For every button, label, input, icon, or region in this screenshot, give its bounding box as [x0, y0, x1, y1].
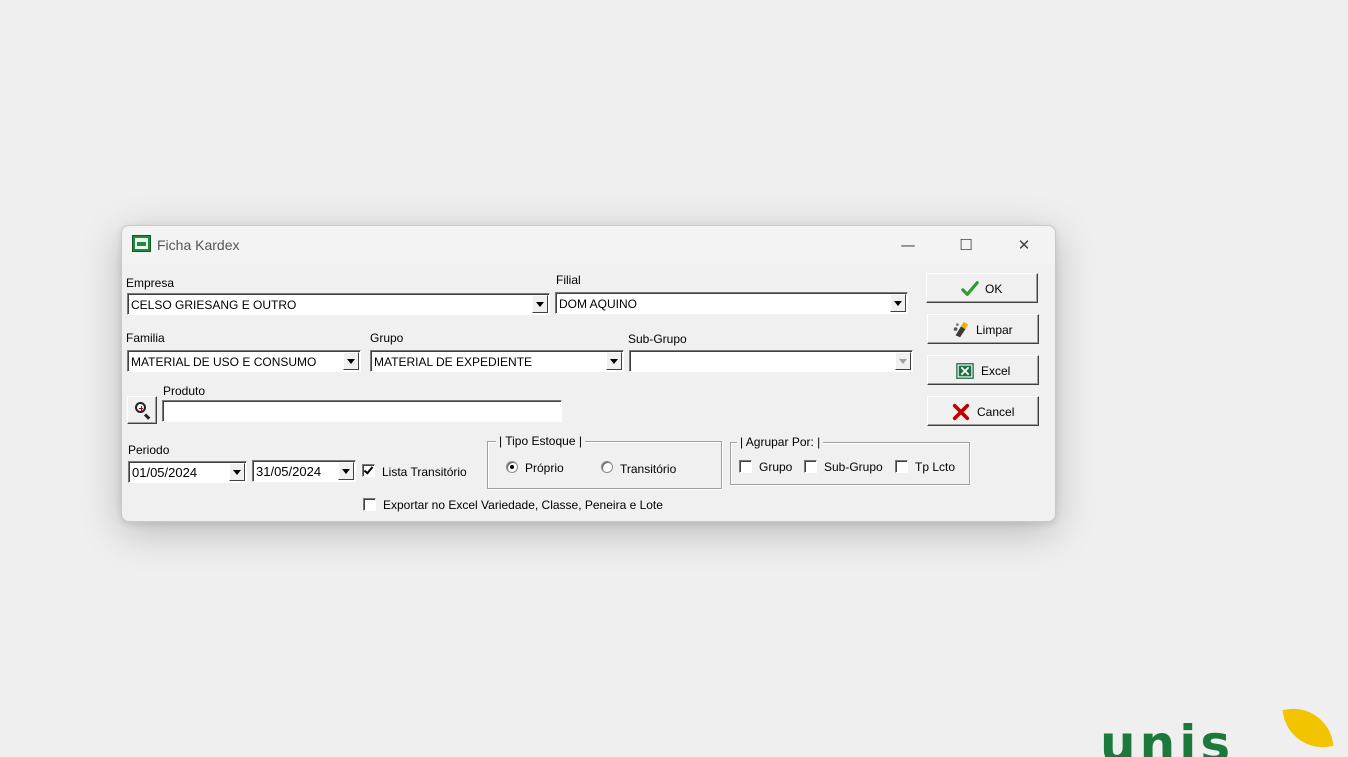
- kardex-app-icon: [132, 235, 151, 252]
- search-product-button[interactable]: [127, 396, 157, 424]
- periodo-end-value: 31/05/2024: [256, 464, 322, 479]
- checkmark-icon: [961, 281, 979, 296]
- close-button[interactable]: ✕: [995, 226, 1053, 264]
- exportar-excel-label[interactable]: Exportar no Excel Variedade, Classe, Pen…: [383, 498, 663, 512]
- window-title: Ficha Kardex: [157, 237, 240, 253]
- agrupar-tplcto-checkbox[interactable]: [895, 460, 908, 473]
- periodo-start-date[interactable]: 01/05/2024: [128, 461, 247, 483]
- chevron-down-icon[interactable]: [532, 295, 548, 313]
- tipo-estoque-title: | Tipo Estoque |: [496, 434, 585, 448]
- agrupar-subgrupo-label[interactable]: Sub-Grupo: [824, 460, 883, 474]
- limpar-button[interactable]: Limpar: [927, 314, 1039, 344]
- agrupar-subgrupo-checkbox[interactable]: [804, 460, 817, 473]
- periodo-label: Periodo: [128, 443, 170, 457]
- excel-icon: [956, 363, 974, 379]
- grupo-value: MATERIAL DE EXPEDIENTE: [374, 355, 533, 369]
- unisc-logo: unis: [1100, 706, 1348, 757]
- zoom-in-icon: [135, 402, 146, 413]
- grupo-combo[interactable]: MATERIAL DE EXPEDIENTE: [370, 350, 624, 372]
- agrupar-por-group: | Agrupar Por: | Grupo Sub-Grupo Tp Lcto: [730, 435, 970, 485]
- grupo-label: Grupo: [370, 331, 404, 345]
- chevron-down-icon[interactable]: [343, 352, 359, 370]
- ok-label: OK: [985, 282, 1003, 296]
- periodo-end-date[interactable]: 31/05/2024: [252, 460, 356, 482]
- agrupar-tplcto-label[interactable]: Tp Lcto: [915, 460, 955, 474]
- logo-text: unis: [1100, 715, 1235, 757]
- filial-combo[interactable]: DOM AQUINO: [555, 292, 908, 314]
- exportar-excel-checkbox[interactable]: [363, 498, 376, 511]
- chevron-down-icon[interactable]: [338, 462, 354, 480]
- periodo-start-value: 01/05/2024: [132, 465, 198, 480]
- agrupar-por-title: | Agrupar Por: |: [737, 435, 824, 449]
- chevron-down-icon[interactable]: [890, 294, 906, 312]
- ok-button[interactable]: OK: [926, 273, 1038, 303]
- agrupar-grupo-checkbox[interactable]: [739, 460, 752, 473]
- lista-transitorio-label[interactable]: Lista Transitório: [382, 465, 467, 479]
- subgrupo-combo[interactable]: [629, 350, 913, 372]
- radio-proprio[interactable]: [506, 461, 518, 473]
- empresa-value: CELSO GRIESANG E OUTRO: [131, 298, 297, 312]
- radio-proprio-label[interactable]: Próprio: [525, 461, 564, 475]
- agrupar-grupo-label[interactable]: Grupo: [759, 460, 792, 474]
- minimize-button[interactable]: —: [879, 226, 937, 264]
- produto-input[interactable]: [162, 400, 562, 422]
- excel-button[interactable]: Excel: [927, 355, 1039, 385]
- empresa-combo[interactable]: CELSO GRIESANG E OUTRO: [127, 293, 550, 315]
- subgrupo-label: Sub-Grupo: [628, 332, 687, 346]
- chevron-down-icon[interactable]: [229, 463, 245, 481]
- excel-label: Excel: [981, 364, 1011, 378]
- ficha-kardex-window: Ficha Kardex — ☐ ✕ Empresa CELSO GRIESAN…: [121, 225, 1056, 522]
- maximize-button[interactable]: ☐: [937, 226, 995, 264]
- limpar-label: Limpar: [976, 323, 1013, 337]
- chevron-down-icon[interactable]: [895, 352, 911, 370]
- filial-value: DOM AQUINO: [559, 297, 638, 311]
- familia-label: Familia: [126, 331, 165, 345]
- cancel-button[interactable]: Cancel: [927, 396, 1039, 426]
- leaf-icon: [1282, 706, 1334, 754]
- lista-transitorio-checkbox[interactable]: [362, 464, 375, 477]
- cancel-label: Cancel: [977, 405, 1015, 419]
- produto-label: Produto: [163, 384, 206, 398]
- empresa-label: Empresa: [126, 276, 175, 290]
- x-icon: [952, 403, 970, 421]
- radio-transitorio-label[interactable]: Transitório: [620, 462, 676, 476]
- familia-value: MATERIAL DE USO E CONSUMO: [131, 355, 317, 369]
- title-bar[interactable]: Ficha Kardex — ☐ ✕: [122, 226, 1055, 264]
- radio-transitorio[interactable]: [601, 461, 613, 473]
- familia-combo[interactable]: MATERIAL DE USO E CONSUMO: [127, 350, 361, 372]
- filial-label: Filial: [556, 273, 581, 287]
- chevron-down-icon[interactable]: [606, 352, 622, 370]
- tipo-estoque-group: | Tipo Estoque | Próprio Transitório: [487, 434, 722, 489]
- eraser-icon: [953, 321, 969, 338]
